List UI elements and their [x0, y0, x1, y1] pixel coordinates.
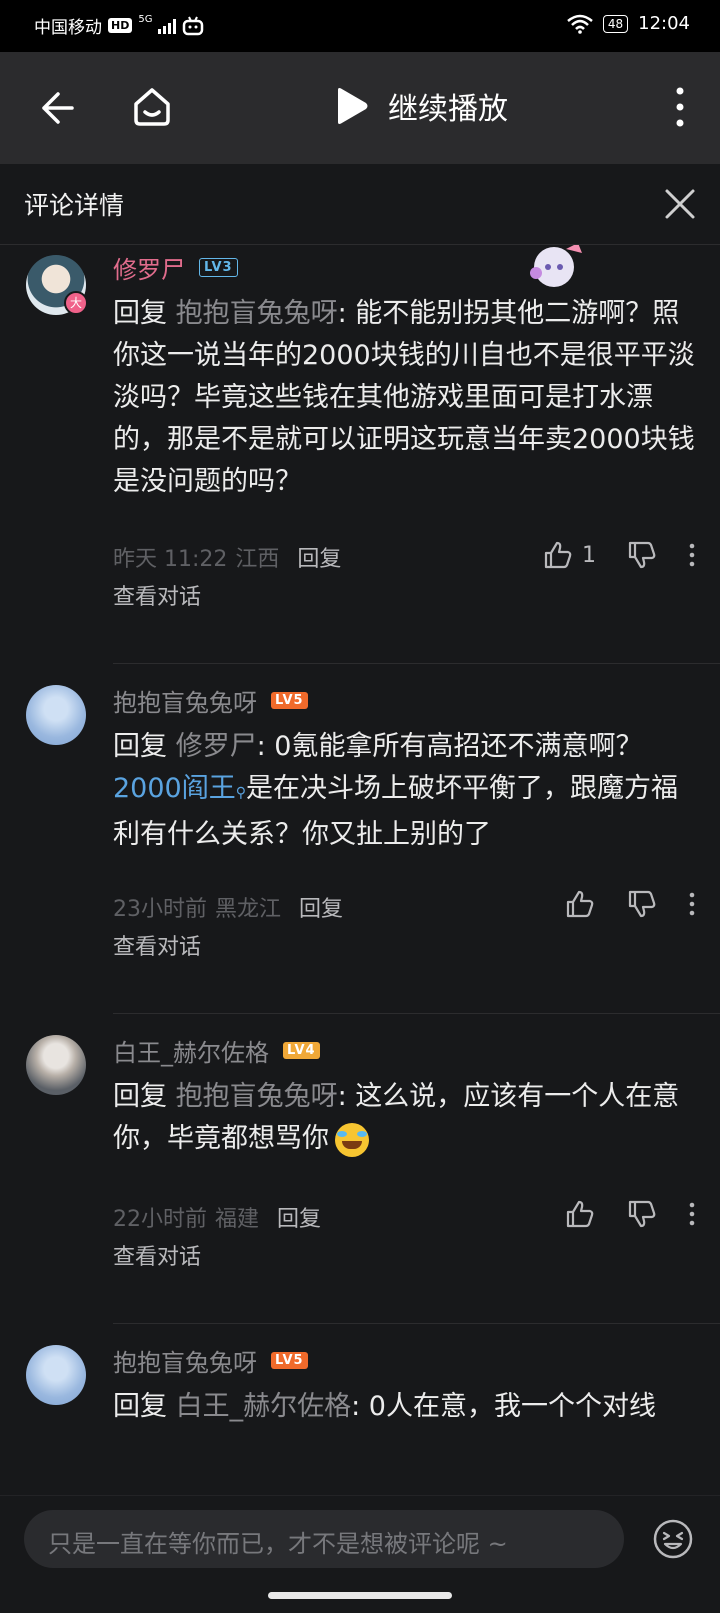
divider	[113, 1323, 720, 1324]
close-icon[interactable]	[662, 186, 698, 222]
avatar[interactable]	[26, 685, 86, 745]
continue-play-button[interactable]: 继续播放	[332, 82, 508, 130]
comment-time: 昨天 11:22	[113, 547, 228, 572]
search-small-icon: ⚲	[235, 785, 246, 801]
thumb-down-icon[interactable]	[626, 888, 658, 920]
panel-title: 评论详情	[24, 191, 125, 220]
like-count: 1	[582, 542, 596, 568]
clock: 12:04	[638, 13, 690, 34]
reply-target[interactable]: 修罗尸	[176, 731, 257, 762]
comment-username[interactable]: 抱抱盲兔兔呀 LV5	[113, 1343, 308, 1378]
comment-time: 23小时前	[113, 897, 207, 922]
status-left: 中国移动 HD 5G	[34, 13, 204, 38]
more-vertical-icon[interactable]	[668, 84, 692, 130]
more-vertical-icon[interactable]	[688, 543, 696, 567]
username-text: 抱抱盲兔兔呀	[113, 689, 257, 717]
comment-list[interactable]: 大 修罗尸 LV3 回复 抱抱盲兔兔呀: 能不能别拐其他二游啊？照你这一说当年的…	[0, 245, 720, 1495]
divider	[113, 1013, 720, 1014]
reply-button[interactable]: 回复	[277, 1201, 321, 1233]
comment-content: 回复 抱抱盲兔兔呀: 能不能别拐其他二游啊？照你这一说当年的2000块钱的川自也…	[113, 293, 698, 503]
comment-input[interactable]: 只是一直在等你而已，才不是想被评论呢 ~	[24, 1510, 624, 1568]
comment-meta: 23小时前 黑龙江 回复	[113, 891, 343, 923]
network-label: 5G	[138, 14, 153, 25]
username-text: 抱抱盲兔兔呀	[113, 1349, 257, 1377]
more-vertical-icon[interactable]	[688, 892, 696, 916]
top-bar: 继续播放	[0, 52, 720, 164]
reply-word: 回复	[113, 1391, 167, 1422]
decoration-sticker-icon	[530, 245, 582, 287]
play-icon	[338, 88, 368, 124]
battery-indicator: 48	[602, 14, 629, 33]
reply-button[interactable]: 回复	[297, 541, 341, 573]
home-icon[interactable]	[128, 82, 176, 130]
comment-location: 黑龙江	[215, 897, 282, 922]
avatar[interactable]	[26, 1345, 86, 1405]
tv-app-icon	[183, 16, 204, 35]
level-badge: LV3	[199, 258, 238, 277]
avatar[interactable]	[26, 1035, 86, 1095]
view-conversation-link[interactable]: 查看对话	[113, 929, 201, 961]
view-conversation-link[interactable]: 查看对话	[113, 1239, 201, 1271]
username-text: 白王_赫尔佐格	[113, 1039, 269, 1067]
signal-icon	[158, 18, 177, 34]
wifi-icon	[567, 14, 593, 34]
divider	[113, 663, 720, 664]
comment-time: 22小时前	[113, 1207, 207, 1232]
comment-actions	[564, 1198, 696, 1230]
comment-content: 回复 抱抱盲兔兔呀: 这么说，应该有一个人在意你，毕竟都想骂你	[113, 1076, 698, 1160]
comment-content: 回复 修罗尸: 0氪能拿所有高招还不满意啊？2000阎王⚲是在决斗场上破坏平衡了…	[113, 726, 698, 856]
reply-target[interactable]: 抱抱盲兔兔呀	[176, 298, 338, 329]
hd-badge: HD	[108, 18, 133, 33]
comment-username[interactable]: 白王_赫尔佐格 LV4	[113, 1033, 320, 1068]
comment-meta: 昨天 11:22 江西 回复	[113, 541, 341, 573]
home-indicator[interactable]	[268, 1592, 452, 1599]
comment-content: 回复 白王_赫尔佐格: 0人在意，我一个个对线	[113, 1386, 698, 1428]
crying-laugh-emoji-icon	[335, 1122, 369, 1157]
status-bar: 中国移动 HD 5G 48 12:04	[0, 0, 720, 52]
thumb-down-icon[interactable]	[626, 1198, 658, 1230]
thumb-up-icon[interactable]	[564, 888, 596, 920]
comment-input-bar: 只是一直在等你而已，才不是想被评论呢 ~	[0, 1495, 720, 1613]
level-badge: LV4	[283, 1042, 320, 1059]
level-badge: LV5	[271, 1352, 308, 1369]
reply-button[interactable]: 回复	[299, 891, 343, 923]
reply-target[interactable]: 抱抱盲兔兔呀	[176, 1081, 338, 1112]
thumb-up-icon	[544, 541, 572, 569]
emoji-icon[interactable]	[652, 1518, 694, 1560]
thumb-up-icon[interactable]	[564, 1198, 596, 1230]
comment-actions	[564, 888, 696, 920]
vip-badge: 大	[64, 291, 88, 315]
reply-word: 回复	[113, 731, 167, 762]
comment-username[interactable]: 抱抱盲兔兔呀 LV5	[113, 683, 308, 718]
comment-text: : 0人在意，我一个个对线	[351, 1391, 656, 1422]
status-right: 48 12:04	[567, 13, 690, 34]
comment-meta: 22小时前 福建 回复	[113, 1201, 321, 1233]
reply-target[interactable]: 白王_赫尔佐格	[176, 1391, 352, 1422]
comment-input-placeholder: 只是一直在等你而已，才不是想被评论呢 ~	[48, 1530, 508, 1558]
reply-word: 回复	[113, 298, 167, 329]
thumb-down-icon[interactable]	[626, 539, 658, 571]
level-badge: LV5	[271, 692, 308, 709]
comment-actions: 1	[542, 538, 696, 572]
reply-word: 回复	[113, 1081, 167, 1112]
more-vertical-icon[interactable]	[688, 1202, 696, 1226]
search-link[interactable]: 2000阎王	[113, 773, 236, 804]
carrier-label: 中国移动	[34, 18, 102, 38]
continue-play-label: 继续播放	[388, 92, 508, 127]
username-text: 修罗尸	[113, 256, 185, 284]
comment-location: 福建	[215, 1207, 260, 1232]
back-arrow-icon[interactable]	[34, 86, 78, 130]
comment-location: 江西	[235, 547, 280, 572]
comment-username[interactable]: 修罗尸 LV3	[113, 250, 238, 285]
comment-text: : 0氪能拿所有高招还不满意啊？	[256, 731, 643, 762]
comment-detail-header: 评论详情	[0, 164, 720, 245]
view-conversation-link[interactable]: 查看对话	[113, 579, 201, 611]
like-button[interactable]: 1	[542, 538, 596, 572]
